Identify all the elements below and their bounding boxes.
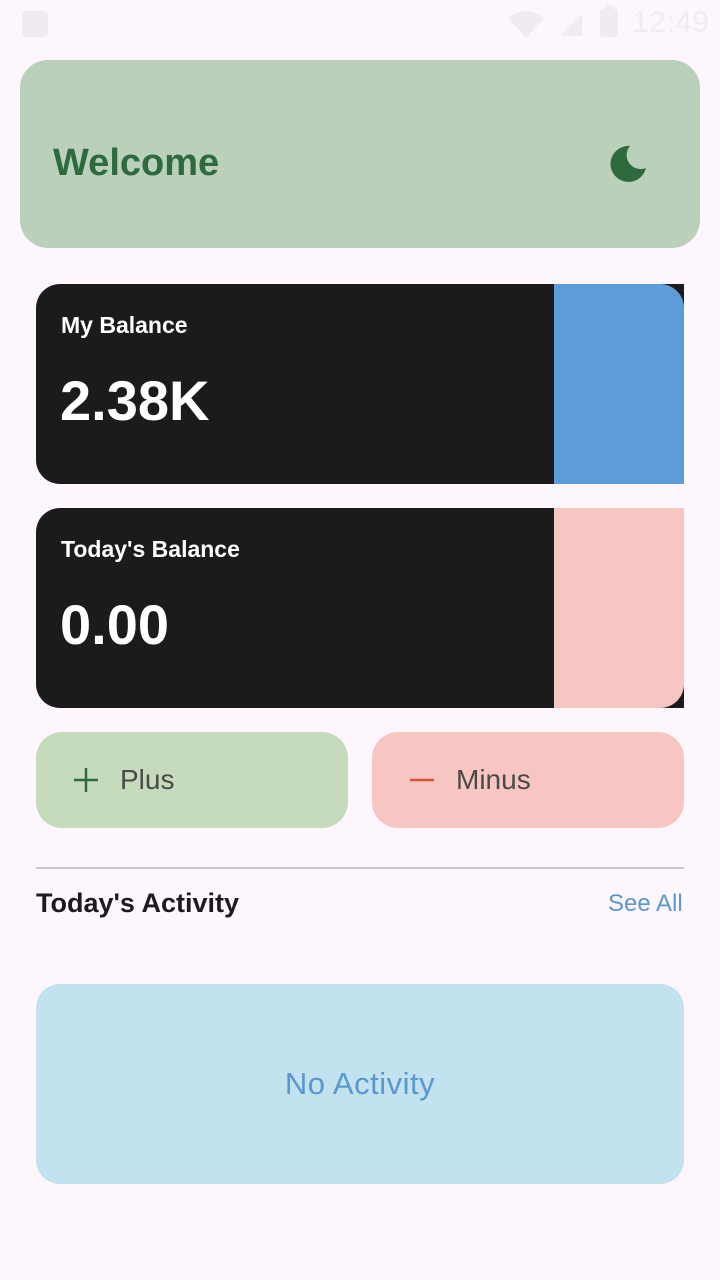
minus-icon bbox=[410, 778, 434, 782]
my-balance-card[interactable]: My Balance 2.38K bbox=[36, 284, 684, 484]
cellular-icon bbox=[560, 14, 582, 36]
notification-icon bbox=[22, 11, 48, 37]
see-all-link[interactable]: See All bbox=[608, 890, 683, 918]
battery-icon bbox=[600, 5, 618, 37]
status-time: 12:49 bbox=[632, 6, 710, 39]
card-label: My Balance bbox=[61, 312, 188, 338]
no-activity-text: No Activity bbox=[284, 1066, 436, 1101]
todays-balance-card[interactable]: Today's Balance 0.00 bbox=[36, 508, 684, 708]
minus-button[interactable]: Minus bbox=[372, 732, 684, 828]
wifi-icon bbox=[508, 11, 544, 38]
card-value: 2.38K bbox=[60, 369, 210, 432]
status-bar: 12:49 bbox=[0, 0, 720, 48]
plus-button[interactable]: Plus bbox=[36, 732, 348, 828]
activity-empty-state: No Activity bbox=[36, 984, 684, 1184]
divider bbox=[36, 867, 684, 869]
card-label: Today's Balance bbox=[61, 536, 240, 562]
plus-icon bbox=[74, 768, 98, 792]
card-accent bbox=[554, 508, 684, 708]
welcome-header: Welcome bbox=[20, 60, 700, 248]
moon-icon[interactable] bbox=[608, 144, 648, 184]
activity-title: Today's Activity bbox=[36, 888, 239, 918]
minus-label: Minus bbox=[456, 764, 531, 795]
card-value: 0.00 bbox=[60, 593, 169, 656]
card-accent bbox=[554, 284, 684, 484]
plus-label: Plus bbox=[120, 764, 175, 795]
welcome-title: Welcome bbox=[53, 142, 220, 184]
